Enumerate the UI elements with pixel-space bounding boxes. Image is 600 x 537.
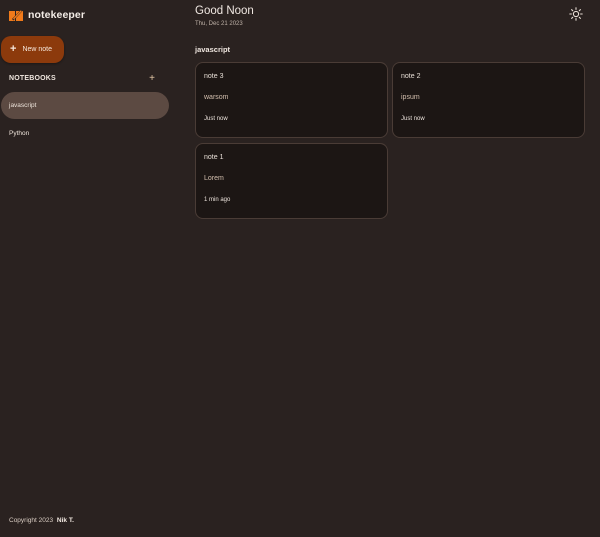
note-body: ipsum: [401, 94, 420, 101]
new-note-label: New note: [22, 46, 53, 53]
copyright-author[interactable]: Nik T.: [57, 517, 74, 524]
copyright-text: Copyright 2023: [9, 517, 54, 524]
new-note-button[interactable]: + New note: [1, 36, 64, 63]
notebooks-header: NOTEBOOKS +: [9, 73, 155, 84]
note-title: note 3: [204, 73, 224, 80]
add-notebook-button[interactable]: +: [149, 73, 155, 84]
copyright: Copyright 2023 Nik T.: [9, 517, 74, 524]
notebook-label: Python: [9, 130, 30, 137]
notebooks-title: NOTEBOOKS: [9, 75, 56, 82]
note-body: Lorem: [204, 175, 224, 182]
brand[interactable]: notekeeper: [9, 8, 85, 22]
sidebar-item-javascript[interactable]: javascript: [1, 92, 169, 119]
note-body: warsom: [204, 94, 229, 101]
brand-name: notekeeper: [28, 9, 86, 21]
app-root: notekeeper + New note NOTEBOOKS + javasc…: [0, 0, 600, 537]
sidebar: notekeeper + New note NOTEBOOKS + javasc…: [0, 0, 180, 537]
plus-icon: +: [10, 43, 17, 55]
note-card[interactable]: note 1 Lorem 1 min ago: [195, 143, 388, 219]
notebook-label: javascript: [9, 102, 37, 109]
greeting: Good Noon: [195, 5, 254, 17]
sidebar-item-python[interactable]: Python: [1, 120, 169, 147]
notebook-title: javascript: [195, 45, 231, 54]
note-card[interactable]: note 3 warsom Just now: [195, 62, 388, 138]
note-time: Just now: [401, 116, 425, 122]
note-time: 1 min ago: [204, 197, 231, 203]
sun-icon[interactable]: [569, 7, 583, 21]
note-title: note 1: [204, 154, 224, 161]
current-date: Thu, Dec 21 2023: [195, 21, 243, 27]
note-card[interactable]: note 2 ipsum Just now: [392, 62, 585, 138]
notebook-pen-icon: [9, 9, 23, 21]
note-title: note 2: [401, 73, 421, 80]
note-time: Just now: [204, 116, 228, 122]
